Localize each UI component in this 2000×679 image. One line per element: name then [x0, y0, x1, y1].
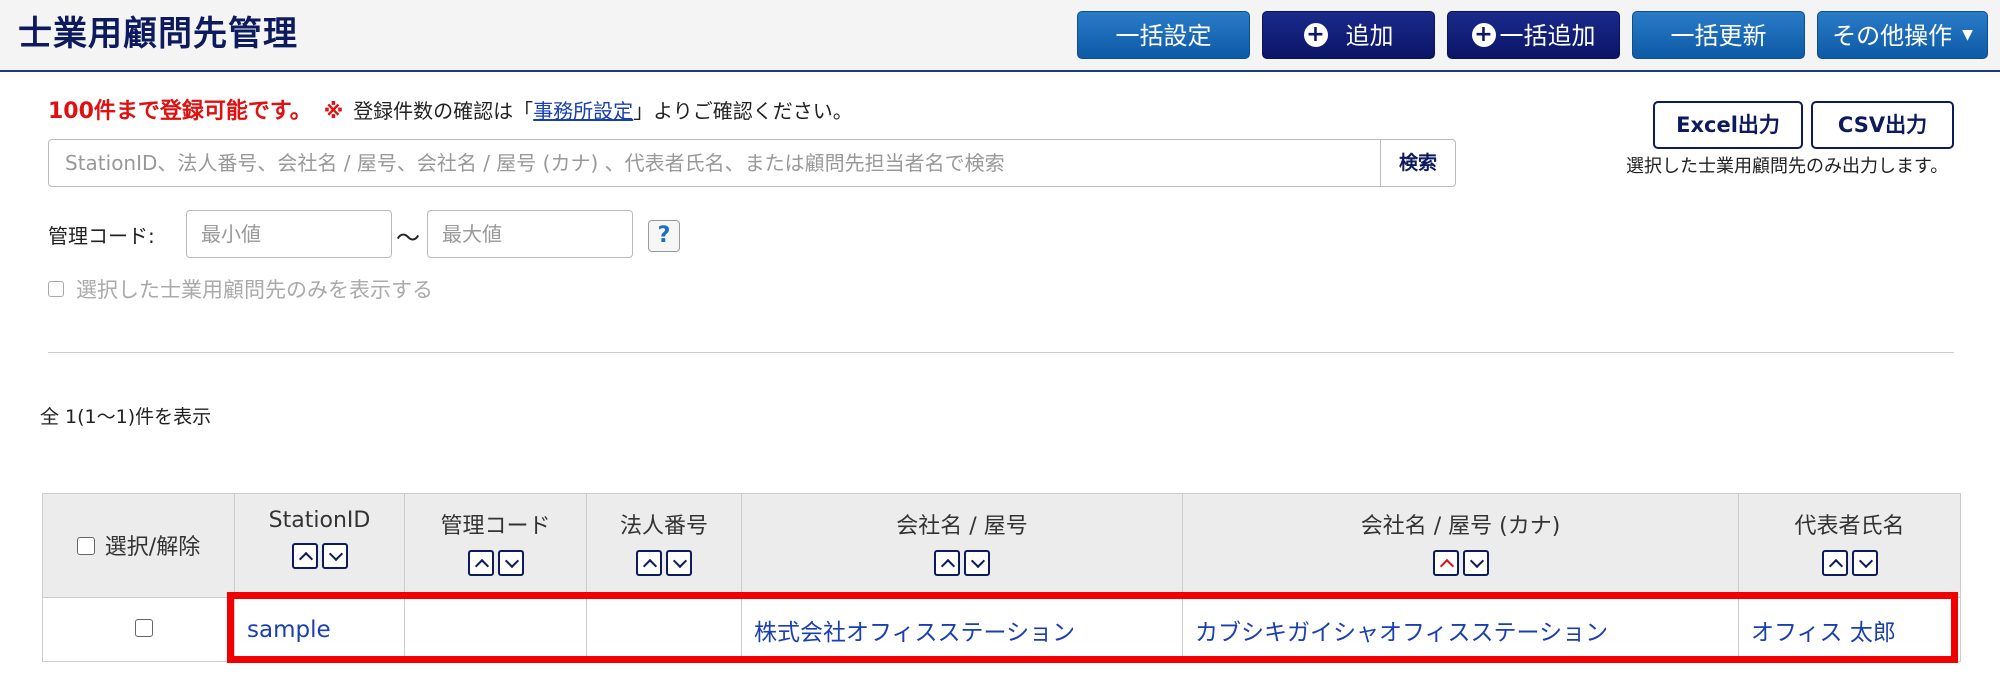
add-label: 追加 — [1345, 22, 1394, 50]
sort-desc-icon[interactable] — [964, 550, 990, 576]
column-header-company-name: 会社名 / 屋号 — [741, 493, 1183, 598]
notice-prefix: 登録件数の確認は「 — [353, 99, 534, 123]
sort-asc-icon[interactable] — [934, 550, 960, 576]
sort-asc-icon[interactable] — [467, 550, 494, 576]
bulk-settings-label: 一括設定 — [1115, 22, 1212, 50]
section-divider — [48, 352, 1954, 353]
show-selected-only-checkbox[interactable] — [48, 281, 64, 297]
table-header-row: 選択/解除 StationID 管理コード 法人番号 会社名 / 屋号 会社名 … — [42, 493, 1961, 598]
excel-export-button[interactable]: Excel出力 — [1653, 101, 1803, 149]
bulk-add-label: 一括追加 — [1499, 22, 1596, 50]
registration-limit-text: 100件まで登録可能です。 — [48, 99, 312, 124]
sort-desc-icon[interactable] — [321, 543, 348, 569]
column-header-label: 代表者氏名 — [1794, 514, 1905, 539]
bulk-add-button[interactable]: + 一括追加 — [1447, 11, 1620, 59]
column-header-company-name-kana: 会社名 / 屋号 (カナ) — [1182, 493, 1739, 598]
sort-asc-icon[interactable] — [636, 550, 662, 576]
sort-asc-active-icon[interactable] — [1432, 550, 1459, 576]
search-button[interactable]: 検索 — [1380, 140, 1455, 186]
sort-controls — [406, 550, 585, 582]
result-count: 全 1(1〜1)件を表示 — [40, 406, 212, 428]
search-input[interactable] — [49, 140, 1381, 186]
show-selected-only-label: 選択した士業用顧問先のみを表示する — [76, 278, 433, 302]
select-all-checkbox[interactable] — [76, 537, 95, 555]
column-header-label: 会社名 / 屋号 — [896, 514, 1028, 539]
sort-controls — [743, 550, 1181, 582]
bulk-update-button[interactable]: 一括更新 — [1632, 11, 1805, 59]
page-header: 士業用顧問先管理 一括設定 + 追加 + 一括追加 一括更新 その他操作 ▼ — [0, 0, 2000, 72]
bulk-settings-button[interactable]: 一括設定 — [1077, 11, 1250, 59]
sort-controls — [588, 550, 740, 582]
sort-desc-icon[interactable] — [666, 550, 692, 576]
caret-down-icon: ▼ — [1962, 27, 1973, 43]
sort-desc-icon[interactable] — [1462, 550, 1489, 576]
select-all-label: 選択/解除 — [104, 535, 201, 560]
sort-controls — [1740, 550, 1959, 582]
show-selected-only-option[interactable]: 選択した士業用顧問先のみを表示する — [48, 274, 433, 304]
row-select-cell[interactable] — [42, 597, 235, 662]
sort-desc-icon[interactable] — [497, 550, 524, 576]
sort-controls — [236, 543, 403, 575]
office-settings-link[interactable]: 事務所設定 — [533, 99, 633, 123]
notice-suffix: 」よりご確認ください。 — [633, 99, 853, 123]
range-tilde: 〜 — [396, 224, 420, 252]
column-header-station-id: StationID — [234, 493, 405, 598]
column-header-representative: 代表者氏名 — [1738, 493, 1961, 598]
other-actions-dropdown[interactable]: その他操作 ▼ — [1817, 11, 1988, 59]
column-header-management-code: 管理コード — [404, 493, 587, 598]
column-header-corporate-number: 法人番号 — [586, 493, 742, 598]
search-box: 検索 — [48, 139, 1456, 187]
column-header-label: 会社名 / 屋号 (カナ) — [1360, 514, 1561, 539]
sort-desc-icon[interactable] — [1851, 550, 1878, 576]
csv-export-button[interactable]: CSV出力 — [1811, 101, 1954, 149]
plus-circle-icon: + — [1471, 23, 1496, 47]
row-checkbox[interactable] — [135, 619, 153, 637]
column-header-label: 管理コード — [440, 514, 551, 539]
help-icon[interactable]: ? — [648, 220, 680, 252]
registration-notice: 100件まで登録可能です。 ※ 登録件数の確認は「事務所設定」よりご確認ください。 — [48, 96, 853, 127]
reference-mark: ※ — [323, 99, 344, 123]
column-header-label: 法人番号 — [619, 514, 708, 539]
sort-asc-icon[interactable] — [1821, 550, 1848, 576]
sort-controls — [1184, 550, 1737, 582]
code-max-input[interactable] — [427, 210, 633, 258]
sort-asc-icon[interactable] — [291, 543, 318, 569]
page-title: 士業用顧問先管理 — [18, 14, 298, 54]
code-min-input[interactable] — [186, 210, 392, 258]
bulk-update-label: 一括更新 — [1670, 22, 1767, 50]
plus-circle-icon: + — [1303, 23, 1328, 47]
management-code-label: 管理コード: — [48, 224, 155, 248]
export-note: 選択した士業用顧問先のみ出力します。 — [1626, 156, 1949, 177]
row-highlight-box — [227, 592, 1958, 663]
select-all-header[interactable]: 選択/解除 — [42, 493, 235, 598]
add-button[interactable]: + 追加 — [1262, 11, 1435, 59]
other-actions-label: その他操作 — [1832, 22, 1953, 50]
column-header-label: StationID — [268, 508, 371, 533]
